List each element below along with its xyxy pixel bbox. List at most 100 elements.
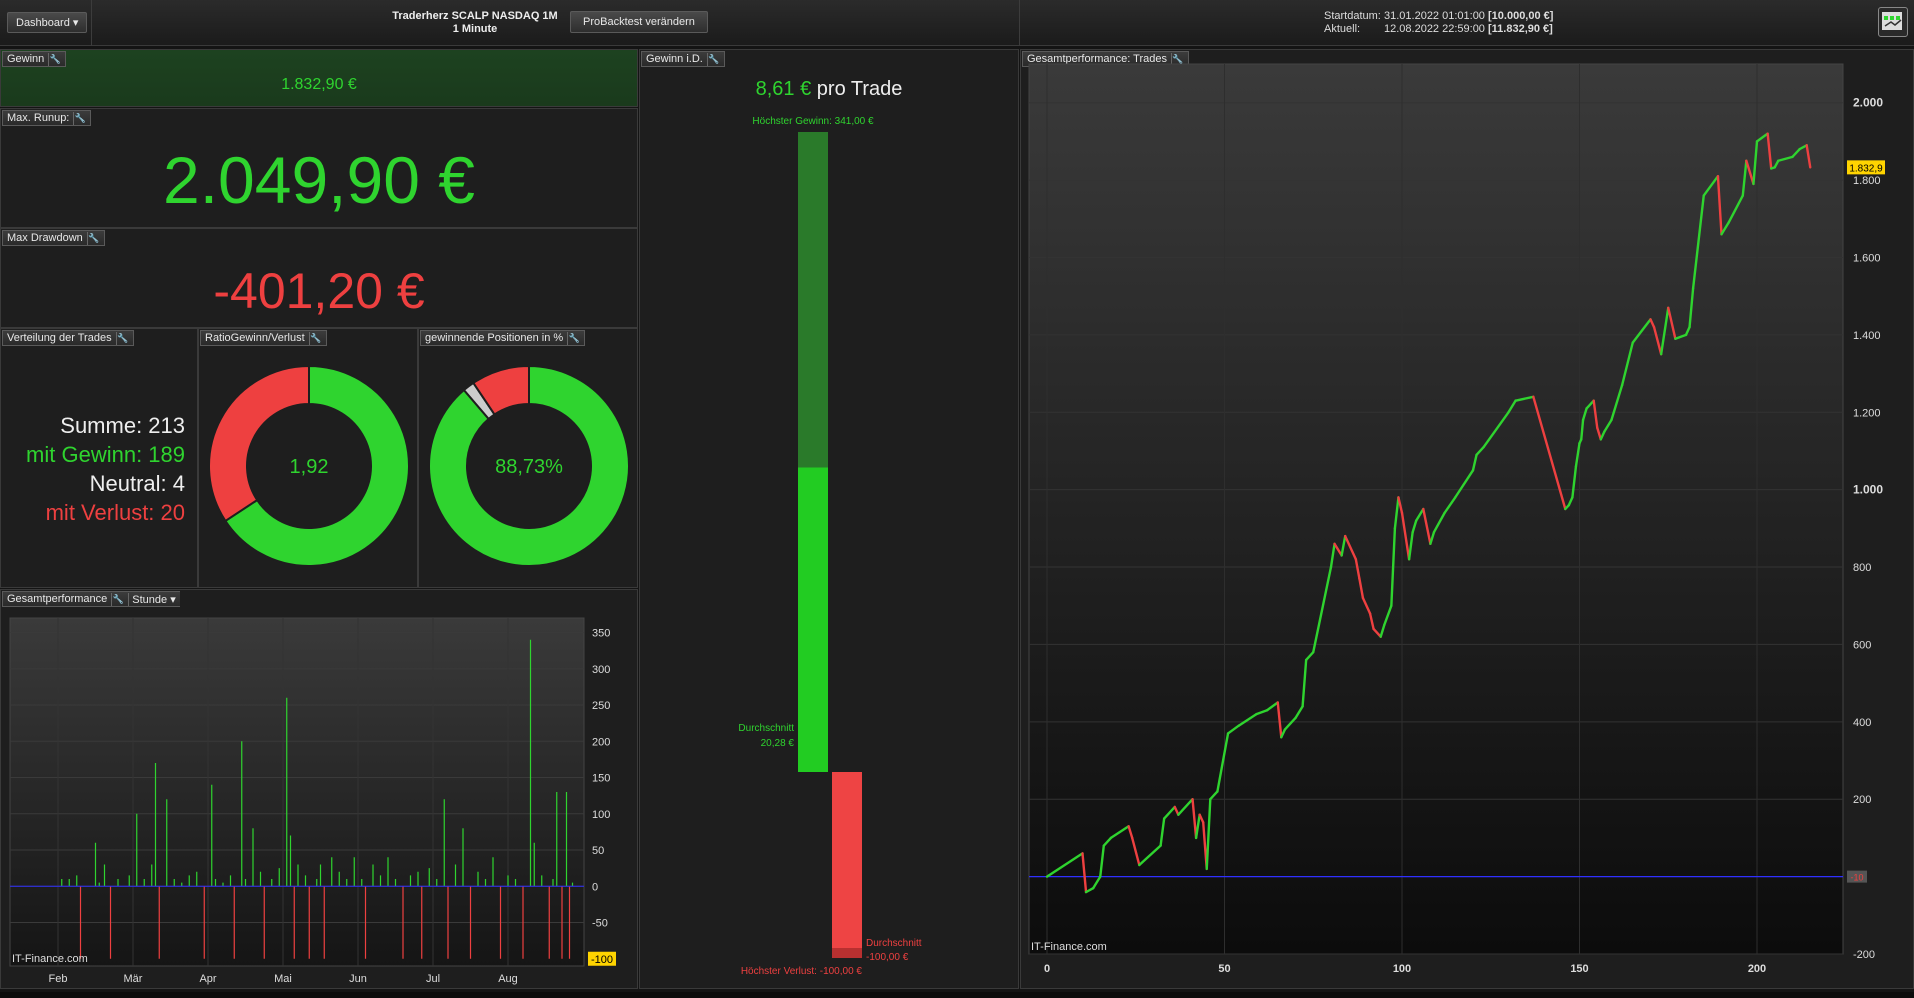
- top-bar: Dashboard ▾ Traderherz SCALP NASDAQ 1M 1…: [0, 0, 1914, 46]
- ratio-panel: RatioGewinn/Verlust 🔧 1,92: [198, 328, 418, 588]
- winpct-title[interactable]: gewinnende Positionen in % 🔧: [420, 330, 586, 346]
- y-tick-label: 0: [592, 881, 598, 893]
- strategy-title: Traderherz SCALP NASDAQ 1M 1 Minute: [380, 10, 570, 36]
- avg-gain-value: 20,28 €: [761, 738, 795, 749]
- wrench-icon[interactable]: 🔧: [308, 331, 322, 345]
- gesamt-hour-panel: Gesamtperformance 🔧 Stunde ▾ 350 300 250 200 1…: [0, 589, 638, 989]
- y-tick-label: 150: [592, 773, 610, 785]
- gewinn-value: 1.832,90 €: [281, 76, 357, 93]
- start-label: Startdatum:: [1324, 10, 1381, 22]
- wrench-icon[interactable]: 🔧: [48, 52, 61, 66]
- y-tick-label: 400: [1853, 717, 1871, 729]
- verteilung-stats: Summe: 213 mit Gewinn: 189 Neutral: 4 mi…: [1, 411, 185, 527]
- y-tick-label: 800: [1853, 562, 1871, 574]
- gewinn-id-chart: Höchster Gewinn: 341,00 € Durchschnitt 20,…: [738, 116, 922, 977]
- runup-title-label: Max. Runup:: [7, 112, 70, 124]
- bottom-strip: [0, 992, 1914, 998]
- summe-text: Summe: 213: [60, 413, 185, 438]
- x-tick-label: 0: [1044, 963, 1050, 975]
- y-tick-label: 50: [592, 845, 604, 857]
- x-tick-label: Mai: [274, 973, 292, 985]
- y-marker-label: -100: [591, 954, 613, 966]
- zero-marker-label: -10: [1850, 873, 1863, 883]
- x-tick-label: Jul: [426, 973, 440, 985]
- wrench-icon[interactable]: 🔧: [73, 111, 86, 125]
- y-tick-label: 200: [1853, 794, 1871, 806]
- trades-line-chart: 2.000 1.800 1.600 1.400 1.200 1.000 800 600 400 2…: [1028, 63, 1885, 975]
- max-gain-label: Höchster Gewinn: 341,00 €: [752, 116, 874, 127]
- runup-panel: Max. Runup: 🔧 2.049,90 €: [0, 108, 638, 228]
- wrench-icon[interactable]: 🔧: [567, 331, 580, 345]
- watermark: IT-Finance.com: [1031, 941, 1107, 953]
- drawdown-value: -401,20 €: [213, 263, 425, 319]
- dashboard-label: Dashboard: [16, 17, 70, 29]
- y-tick-label: 250: [592, 700, 610, 712]
- x-tick-label: Aug: [498, 973, 518, 985]
- report-icon[interactable]: [1878, 7, 1908, 37]
- dashboard-dropdown[interactable]: Dashboard ▾: [7, 12, 88, 33]
- avg-gain-bar: [798, 467, 828, 772]
- hour-bar-chart: 350 300 250 200 150 100 50 0 -50 Feb Mär Apr Mai Jun J…: [9, 617, 616, 985]
- ratio-loss-slice: [208, 364, 310, 523]
- drawdown-panel: Max Drawdown 🔧 -401,20 €: [0, 228, 638, 328]
- y-tick-label: 2.000: [1853, 96, 1883, 110]
- current-date: 12.08.2022 22:59:00: [1384, 23, 1485, 35]
- drawdown-title[interactable]: Max Drawdown 🔧: [2, 230, 105, 246]
- probacktest-button[interactable]: ProBacktest verändern: [570, 11, 708, 33]
- verteilung-title[interactable]: Verteilung der Trades 🔧: [2, 330, 134, 346]
- gewinn-id-panel: Gewinn i.D. 🔧 8,61 € pro Trade Höchster G…: [639, 49, 1019, 989]
- y-tick-label: 350: [592, 628, 610, 640]
- y-tick-label: 1.600: [1853, 252, 1881, 264]
- watermark: IT-Finance.com: [12, 953, 88, 965]
- gewinn-panel: Gewinn 🔧 1.832,90 €: [0, 49, 638, 107]
- date-info: Startdatum: 31.01.2022 01:01:00 [10.000,0…: [1324, 10, 1553, 36]
- y-tick-label: 300: [592, 664, 610, 676]
- winpct-value: 88,73%: [495, 456, 563, 478]
- avg-loss-bar: [832, 948, 862, 958]
- winpct-panel: gewinnende Positionen in % 🔧 88,73%: [418, 328, 638, 588]
- divider: [91, 0, 92, 46]
- winpct-title-label: gewinnende Positionen in %: [425, 332, 564, 344]
- wrench-icon[interactable]: 🔧: [115, 331, 129, 345]
- y-tick-label: 600: [1853, 639, 1871, 651]
- ratio-value: 1,92: [290, 456, 329, 478]
- current-label: Aktuell:: [1324, 23, 1361, 35]
- last-value-label: 1.832,9: [1849, 163, 1883, 174]
- start-date: 31.01.2022 01:01:00: [1384, 10, 1485, 22]
- verteilung-title-label: Verteilung der Trades: [7, 332, 112, 344]
- trades-panel: Gesamtperformance: Trades 🔧 2.000 1.800 1.6…: [1020, 49, 1914, 989]
- x-tick-label: Jun: [349, 973, 367, 985]
- ratio-title-label: RatioGewinn/Verlust: [205, 332, 305, 344]
- strategy-name: Traderherz SCALP NASDAQ 1M: [392, 10, 558, 22]
- ratio-donut: 1,92: [208, 364, 410, 567]
- x-tick-label: Mär: [124, 973, 143, 985]
- x-tick-label: 200: [1748, 963, 1766, 975]
- verteilung-panel: Verteilung der Trades 🔧 Summe: 213 mit Ge…: [0, 328, 198, 588]
- runup-title[interactable]: Max. Runup: 🔧: [2, 110, 92, 126]
- x-tick-label: 100: [1393, 963, 1411, 975]
- x-tick-label: 50: [1218, 963, 1230, 975]
- gewinn-count-text: mit Gewinn: 189: [26, 442, 185, 467]
- y-tick-label: 100: [592, 809, 610, 821]
- y-tick-label: 1.800: [1853, 175, 1881, 187]
- runup-value: 2.049,90 €: [163, 143, 475, 217]
- drawdown-title-label: Max Drawdown: [7, 232, 83, 244]
- ratio-title[interactable]: RatioGewinn/Verlust 🔧: [200, 330, 327, 346]
- x-tick-label: Feb: [49, 973, 68, 985]
- wrench-icon[interactable]: 🔧: [86, 231, 100, 245]
- gewinn-title[interactable]: Gewinn 🔧: [2, 51, 67, 67]
- plot-area: [9, 617, 585, 967]
- max-loss-label: Höchster Verlust: -100,00 €: [741, 966, 863, 977]
- chevron-down-icon: ▾: [72, 17, 79, 29]
- divider: [1019, 0, 1020, 46]
- y-tick-label: 1.000: [1853, 483, 1883, 497]
- x-tick-label: 150: [1570, 963, 1588, 975]
- y-tick-label: 1.200: [1853, 407, 1881, 419]
- verlust-count-text: mit Verlust: 20: [45, 500, 185, 525]
- y-tick-label: -50: [592, 918, 608, 930]
- avg-loss-label: Durchschnitt: [866, 938, 922, 949]
- avg-loss-value: -100,00 €: [866, 952, 909, 963]
- current-value: [11.832,90 €]: [1488, 23, 1553, 35]
- gewinn-title-label: Gewinn: [7, 53, 45, 65]
- start-value: [10.000,00 €]: [1488, 10, 1554, 22]
